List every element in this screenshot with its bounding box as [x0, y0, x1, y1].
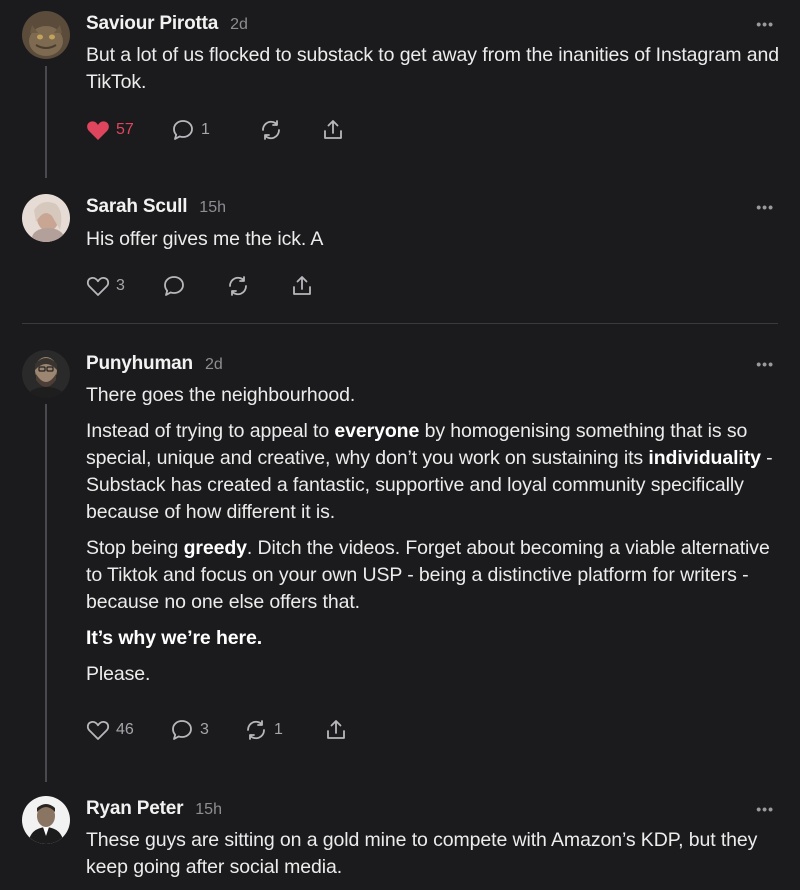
- share-button[interactable]: [324, 718, 348, 742]
- reply-count: 3: [200, 721, 209, 738]
- avatar[interactable]: [22, 11, 70, 59]
- restack-icon: [229, 276, 247, 296]
- restack-button[interactable]: [259, 118, 321, 142]
- comment-body: There goes the neighbourhood. Instead of…: [86, 382, 786, 697]
- comment-saviour-pirotta: Saviour Pirotta 2d ••• But a lot of us f…: [0, 0, 800, 180]
- heart-icon: [86, 277, 110, 296]
- author-name[interactable]: Punyhuman: [86, 353, 193, 375]
- share-icon: [324, 120, 342, 139]
- timestamp[interactable]: 2d: [230, 16, 248, 34]
- comment-header: Punyhuman 2d: [86, 353, 223, 375]
- comment-header: Saviour Pirotta 2d: [86, 13, 248, 35]
- thread-line: [45, 404, 47, 782]
- comment-punyhuman: Punyhuman 2d ••• There goes the neighbou…: [0, 340, 800, 785]
- comment-body: These guys are sitting on a gold mine to…: [86, 827, 786, 890]
- comment-icon: [164, 276, 184, 296]
- more-icon[interactable]: •••: [756, 200, 774, 214]
- thread-line: [45, 66, 47, 178]
- reply-button[interactable]: 3: [170, 718, 244, 742]
- comment-header: Sarah Scull 15h: [86, 196, 226, 218]
- share-icon: [293, 276, 311, 295]
- author-name[interactable]: Saviour Pirotta: [86, 13, 218, 35]
- reply-button[interactable]: [162, 274, 226, 298]
- comment-paragraph: His offer gives me the ick. A: [86, 228, 324, 250]
- timestamp[interactable]: 2d: [205, 356, 223, 374]
- reply-button[interactable]: 1: [171, 118, 259, 142]
- comment-paragraph: Please.: [86, 663, 151, 685]
- comment-icon: [172, 720, 192, 740]
- more-icon[interactable]: •••: [756, 802, 774, 816]
- timestamp[interactable]: 15h: [195, 801, 222, 819]
- like-button[interactable]: 57: [86, 119, 171, 141]
- heart-icon: [87, 121, 109, 140]
- restack-button[interactable]: [226, 274, 290, 298]
- author-name[interactable]: Ryan Peter: [86, 798, 183, 820]
- avatar[interactable]: [22, 194, 70, 242]
- divider: [22, 323, 778, 324]
- comment-actions: 57 1: [86, 118, 345, 142]
- comment-paragraph: Stop being greedy. Ditch the videos. For…: [86, 537, 770, 613]
- timestamp[interactable]: 15h: [199, 199, 226, 217]
- like-button[interactable]: 46: [86, 719, 170, 741]
- comment-paragraph: These guys are sitting on a gold mine to…: [86, 829, 758, 878]
- share-button[interactable]: [290, 274, 314, 298]
- comment-ryan-peter: Ryan Peter 15h ••• These guys are sittin…: [0, 785, 800, 890]
- comment-paragraph: Instead of trying to appeal to everyone …: [86, 420, 773, 523]
- comment-icon: [173, 120, 193, 140]
- author-name[interactable]: Sarah Scull: [86, 196, 187, 218]
- restack-count: 1: [274, 721, 283, 738]
- comment-paragraph: It’s why we’re here.: [86, 627, 263, 649]
- like-count: 46: [116, 721, 134, 738]
- comment-sarah-scull: Sarah Scull 15h ••• His offer gives me t…: [0, 180, 800, 325]
- more-icon[interactable]: •••: [756, 17, 774, 31]
- comment-body: His offer gives me the ick. A: [86, 226, 786, 262]
- comment-header: Ryan Peter 15h: [86, 798, 222, 820]
- restack-icon: [247, 720, 265, 740]
- like-button[interactable]: 3: [86, 275, 162, 297]
- avatar[interactable]: [22, 796, 70, 844]
- comment-paragraph: But a lot of us flocked to substack to g…: [86, 44, 779, 93]
- heart-icon: [86, 721, 110, 740]
- comment-paragraph: There goes the neighbourhood.: [86, 384, 356, 406]
- avatar[interactable]: [22, 350, 70, 398]
- reply-count: 1: [201, 121, 210, 138]
- more-icon[interactable]: •••: [756, 357, 774, 371]
- comment-actions: 3: [86, 274, 314, 298]
- share-button[interactable]: [321, 118, 345, 142]
- comment-body: But a lot of us flocked to substack to g…: [86, 42, 786, 105]
- share-icon: [327, 720, 345, 739]
- like-count: 3: [116, 277, 125, 294]
- restack-icon: [262, 120, 280, 140]
- restack-button[interactable]: 1: [244, 718, 324, 742]
- comment-actions: 46 3 1: [86, 718, 348, 742]
- like-count: 57: [116, 121, 134, 138]
